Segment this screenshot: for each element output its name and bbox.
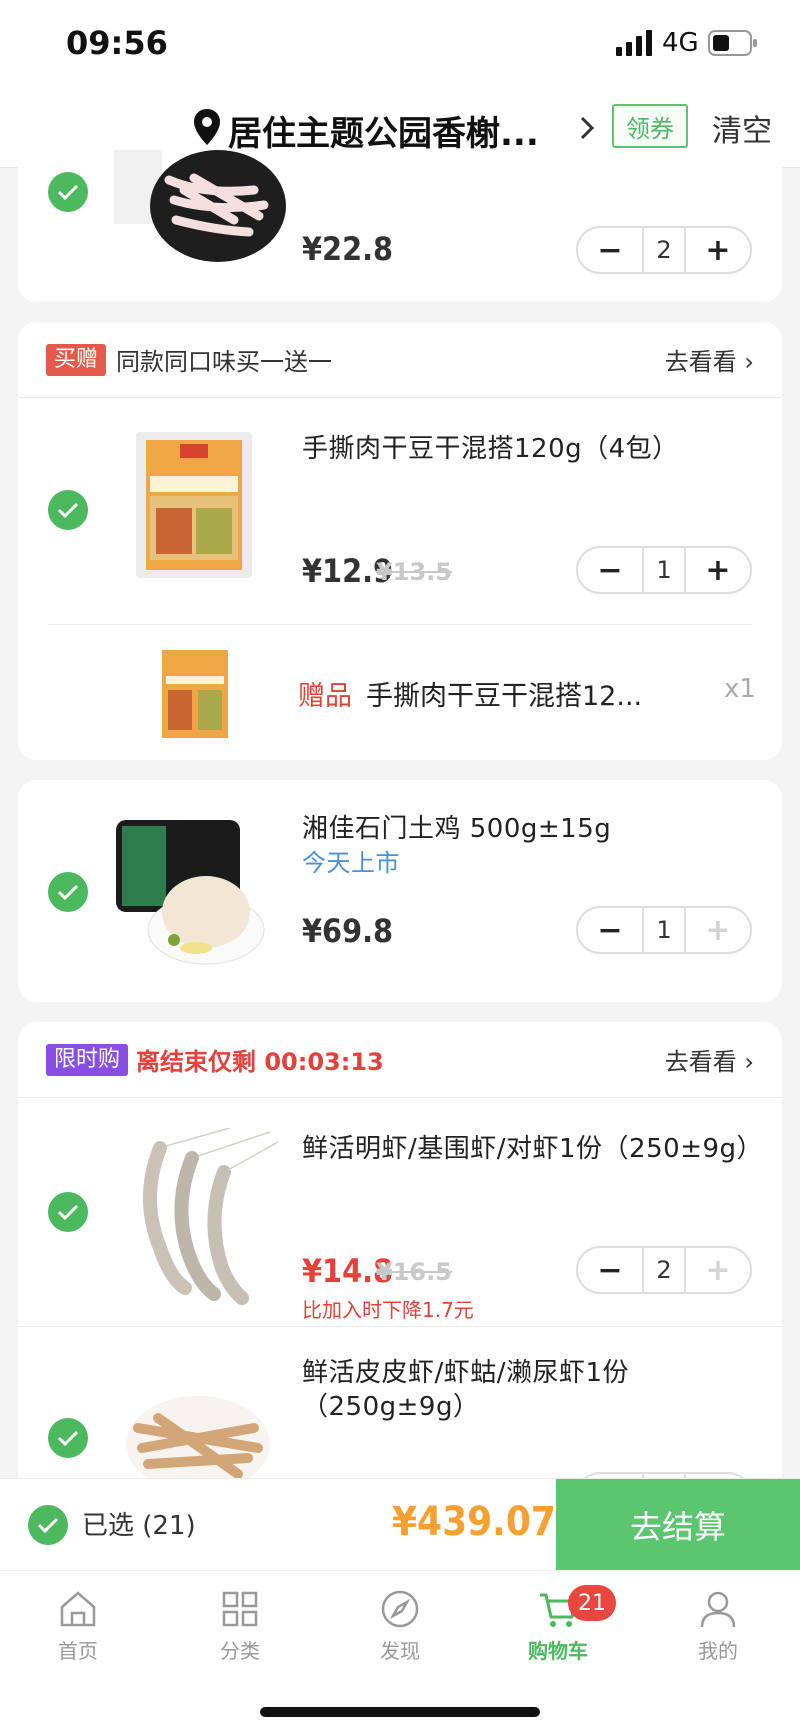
- promo-tag: 买赠: [46, 344, 107, 376]
- quantity-stepper: − 1 +: [576, 906, 752, 954]
- view-more-label: 去看看: [664, 348, 737, 376]
- check-icon: [37, 1517, 59, 1534]
- tab-label: 分类: [220, 1639, 260, 1663]
- gift-image: [162, 650, 228, 738]
- product-image-chicken[interactable]: [114, 820, 266, 966]
- item-old-price: ¥16.5: [376, 1258, 452, 1286]
- item-title[interactable]: 手撕肉干豆干混搭120g（4包）: [302, 432, 742, 466]
- decrease-button[interactable]: −: [578, 1248, 642, 1292]
- chevron-right-icon[interactable]: [578, 112, 596, 144]
- check-icon: [57, 1204, 79, 1221]
- tab-label: 购物车: [528, 1639, 588, 1663]
- promo-header[interactable]: 买赠 同款同口味买一送一 去看看 ›: [18, 322, 782, 398]
- item-checkbox[interactable]: [48, 1418, 88, 1458]
- check-icon: [57, 502, 79, 519]
- item-checkbox[interactable]: [48, 1192, 88, 1232]
- checkout-button[interactable]: 去结算: [556, 1479, 800, 1571]
- item-checkbox[interactable]: [48, 172, 88, 212]
- divider: [18, 1326, 782, 1327]
- item-price: ¥22.8: [302, 230, 394, 268]
- product-image-chicken-feet[interactable]: [114, 150, 294, 268]
- cart-badge: 21: [568, 1585, 616, 1621]
- view-more-link[interactable]: 去看看 ›: [665, 342, 754, 377]
- battery-icon: [708, 30, 757, 56]
- promo-header[interactable]: 限时购 离结束仅剩 00:03:13 去看看 ›: [18, 1022, 782, 1098]
- check-icon: [57, 1430, 79, 1447]
- increase-button[interactable]: +: [686, 1248, 750, 1292]
- location-pin-icon: [194, 109, 220, 145]
- item-checkbox[interactable]: [48, 872, 88, 912]
- tab-label: 首页: [58, 1639, 98, 1663]
- grid-icon: [222, 1591, 258, 1627]
- quantity-value[interactable]: 2: [642, 228, 686, 272]
- gift-quantity: x1: [724, 674, 756, 704]
- selected-count[interactable]: 已选 (21): [82, 1505, 196, 1542]
- decrease-button[interactable]: −: [578, 228, 642, 272]
- quantity-value[interactable]: 1: [642, 548, 686, 592]
- gift-title: 手撕肉干豆干混搭12...: [366, 681, 643, 712]
- compass-icon: [381, 1590, 419, 1628]
- clear-cart-button[interactable]: 清空: [712, 106, 772, 150]
- increase-button[interactable]: +: [686, 908, 750, 952]
- item-old-price: ¥13.5: [376, 558, 452, 586]
- tab-discover[interactable]: 发现: [350, 1587, 450, 1664]
- check-icon: [57, 184, 79, 201]
- check-icon: [57, 884, 79, 901]
- increase-button[interactable]: +: [686, 228, 750, 272]
- price-drop-note: 比加入时下降1.7元: [302, 1298, 474, 1322]
- countdown-text: 离结束仅剩 00:03:13: [136, 1048, 384, 1076]
- tab-category[interactable]: 分类: [190, 1587, 290, 1664]
- select-all-checkbox[interactable]: [28, 1505, 68, 1545]
- coupon-button[interactable]: 领券: [612, 104, 688, 148]
- status-time: 09:56: [66, 24, 168, 62]
- home-indicator: [260, 1707, 540, 1717]
- product-image-shrimp[interactable]: [130, 1128, 280, 1308]
- total-price: ¥439.07: [392, 1499, 556, 1545]
- home-icon: [60, 1591, 96, 1627]
- address-selector[interactable]: 居住主题公园香榭...: [228, 106, 539, 155]
- signal-icon: [616, 30, 652, 56]
- promo-text: 同款同口味买一送一: [116, 348, 332, 376]
- divider: [48, 624, 752, 625]
- item-checkbox[interactable]: [48, 490, 88, 530]
- person-icon: [700, 1591, 736, 1628]
- gift-label: 赠品: [298, 681, 352, 712]
- promo-tag: 限时购: [46, 1044, 129, 1076]
- product-image-jerky[interactable]: [136, 432, 252, 578]
- promo-group-card: 限时购 离结束仅剩 00:03:13 去看看 › 鲜活明虾/基围虾/对虾1份（2…: [18, 1022, 782, 1522]
- quantity-value[interactable]: 2: [642, 1248, 686, 1292]
- item-title[interactable]: 鲜活皮皮虾/虾蛄/濑尿虾1份（250g±9g）: [302, 1356, 752, 1424]
- item-title[interactable]: 湘佳石门土鸡 500g±15g: [302, 812, 742, 846]
- increase-button[interactable]: +: [686, 548, 750, 592]
- quantity-value[interactable]: 1: [642, 908, 686, 952]
- tab-label: 发现: [380, 1639, 420, 1663]
- cart-item-card: ¥22.8 − 2 +: [18, 150, 782, 302]
- item-title[interactable]: 鲜活明虾/基围虾/对虾1份（250±9g）: [302, 1132, 763, 1166]
- cart-item-card: 湘佳石门土鸡 500g±15g 今天上市 ¥69.8 − 1 +: [18, 780, 782, 1002]
- decrease-button[interactable]: −: [578, 548, 642, 592]
- tab-mine[interactable]: 我的: [668, 1587, 768, 1664]
- quantity-stepper: − 2 +: [576, 226, 752, 274]
- promo-group-card: 买赠 同款同口味买一送一 去看看 › 手撕肉干豆干混搭120g（4包） ¥12.…: [18, 322, 782, 760]
- checkout-bar: 已选 (21) ¥439.07 去结算: [0, 1478, 800, 1571]
- network-label: 4G: [662, 28, 699, 58]
- decrease-button[interactable]: −: [578, 908, 642, 952]
- view-more-link[interactable]: 去看看 ›: [665, 1042, 754, 1077]
- item-subtitle: 今天上市: [302, 849, 400, 877]
- view-more-label: 去看看: [664, 1048, 737, 1076]
- item-price: ¥69.8: [302, 912, 394, 950]
- tab-home[interactable]: 首页: [28, 1587, 128, 1664]
- status-bar: 09:56 4G: [0, 0, 800, 90]
- tab-label: 我的: [698, 1639, 738, 1663]
- quantity-stepper: − 2 +: [576, 1246, 752, 1294]
- quantity-stepper: − 1 +: [576, 546, 752, 594]
